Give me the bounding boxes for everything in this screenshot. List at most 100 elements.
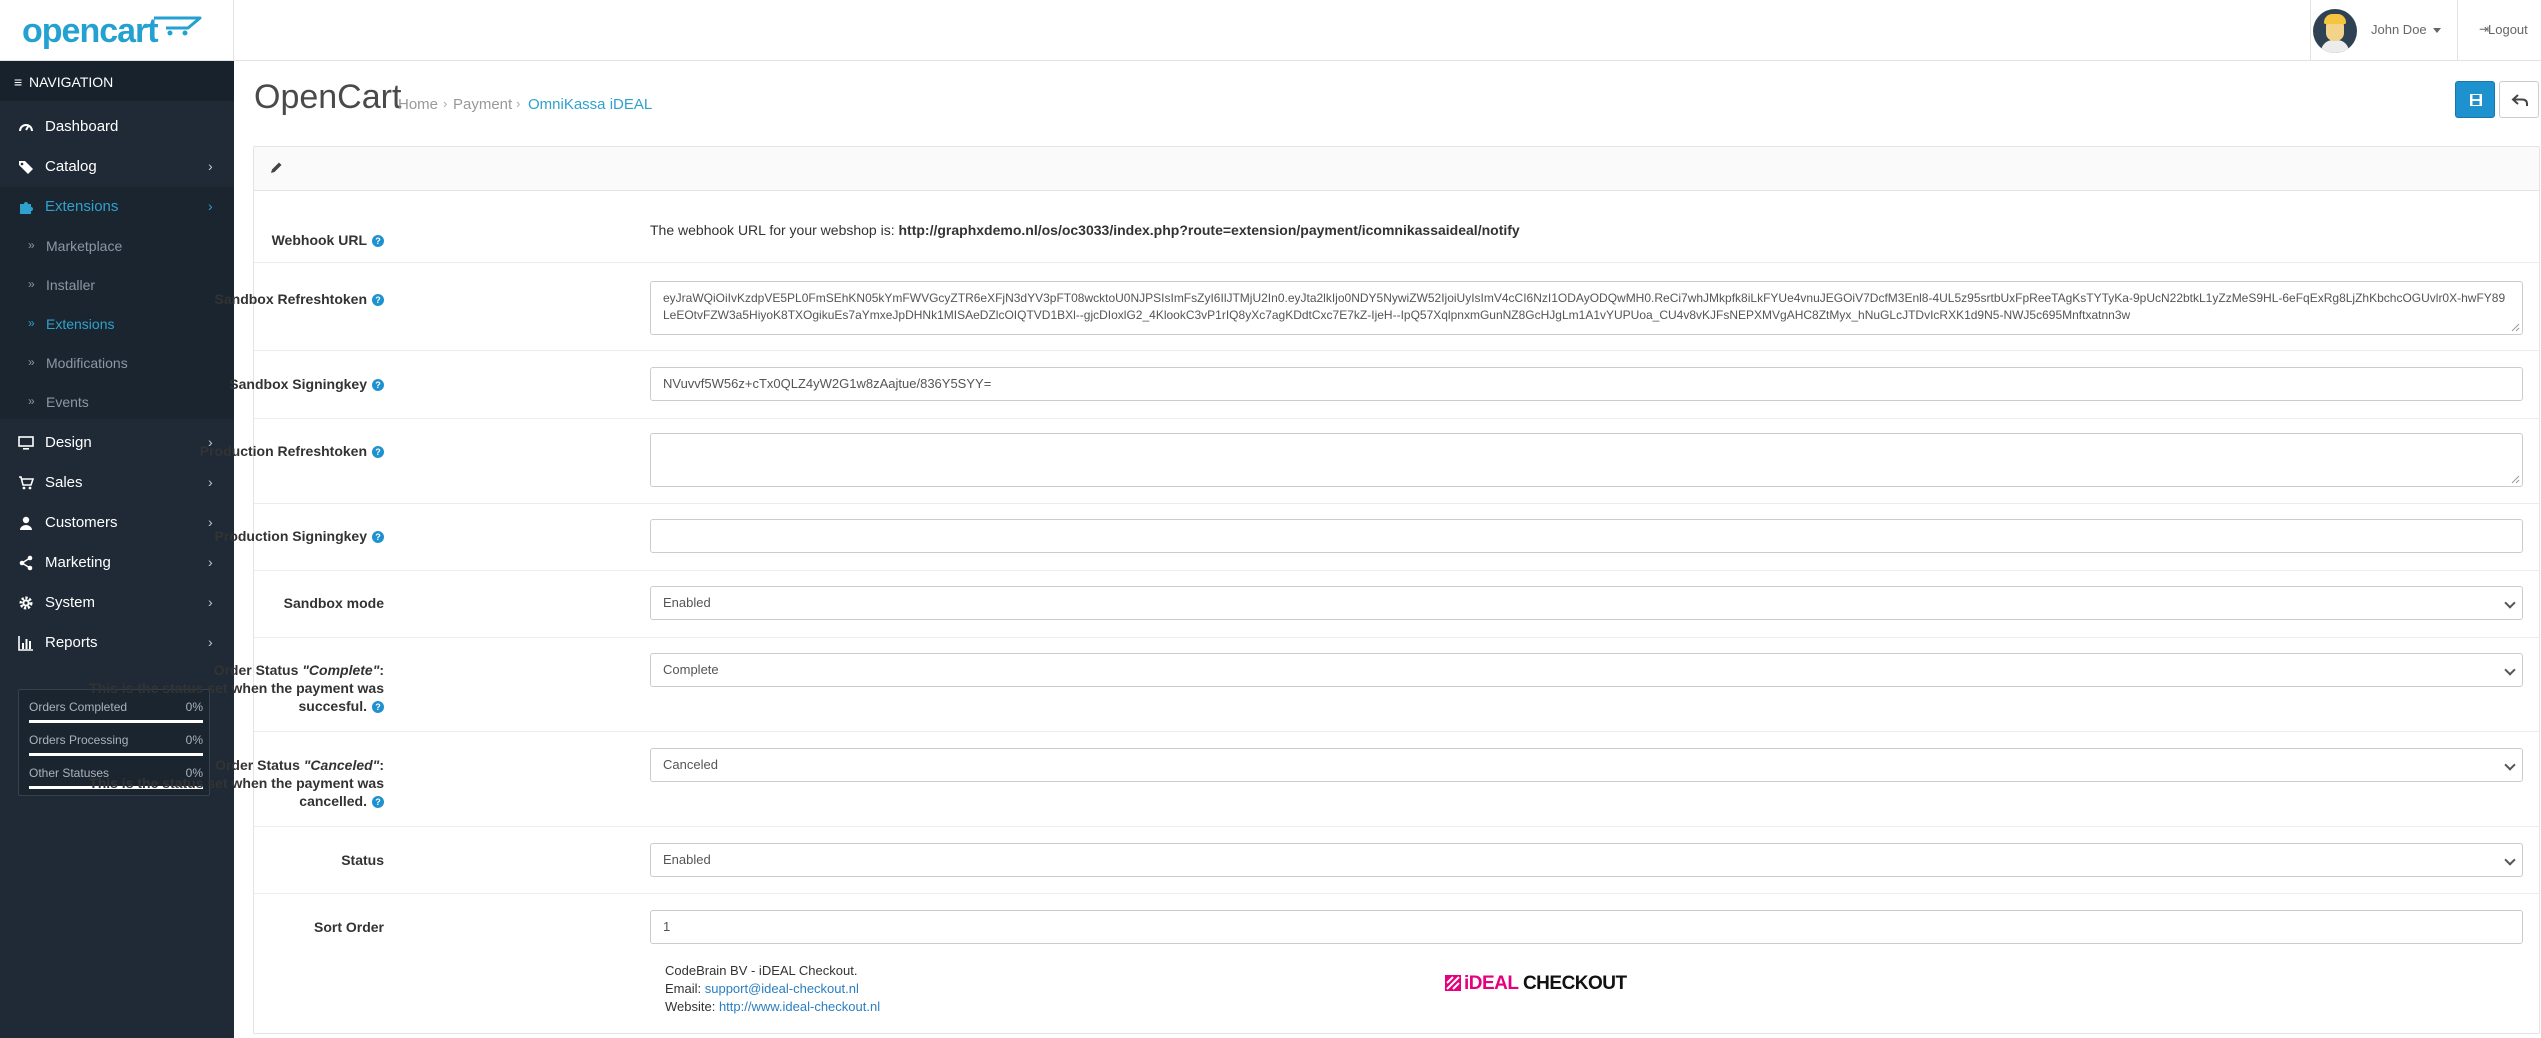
row-divider: [254, 503, 2539, 504]
save-icon: [2470, 94, 2482, 106]
chevron-right-icon: ›: [208, 554, 213, 570]
double-chevron-icon: »: [28, 277, 35, 291]
chevron-down-icon: [2504, 854, 2516, 866]
submenu-item-extensions[interactable]: » Extensions: [0, 305, 234, 344]
chevron-right-icon: ›: [208, 594, 213, 610]
production-refreshtoken-textarea[interactable]: [650, 433, 2523, 487]
status-select[interactable]: Enabled: [650, 843, 2523, 877]
resize-handle-icon[interactable]: [2510, 322, 2520, 332]
save-button[interactable]: [2455, 81, 2495, 118]
help-icon[interactable]: ?: [372, 379, 384, 391]
nav-header[interactable]: ≡ NAVIGATION: [0, 61, 234, 101]
sort-order-label: Sort Order: [313, 919, 384, 935]
row-divider: [254, 570, 2539, 571]
top-header: opencart: [0, 0, 2541, 61]
help-icon[interactable]: ?: [372, 446, 384, 458]
extensions-submenu: » Marketplace » Installer » Extensions »…: [0, 223, 234, 419]
submenu-item-modifications[interactable]: » Modifications: [0, 344, 234, 383]
sidebar: ≡ NAVIGATION Dashboard Catalog › Extensio…: [0, 61, 234, 1038]
production-refreshtoken-label: Production Refreshtoken?: [200, 442, 384, 460]
panel-heading: [254, 147, 2539, 191]
cart-icon: [19, 476, 34, 490]
breadcrumb-home[interactable]: Home: [398, 96, 438, 113]
stat-orders-processing: Orders Processing 0%: [29, 733, 203, 756]
submenu-item-marketplace[interactable]: » Marketplace: [0, 227, 234, 266]
page-title: OpenCart: [254, 78, 402, 116]
vendor-info: CodeBrain BV - iDEAL Checkout. Email: su…: [665, 963, 881, 1014]
logo[interactable]: opencart: [0, 0, 234, 61]
double-chevron-icon: »: [28, 238, 35, 252]
sidebar-item-sales[interactable]: Sales ›: [0, 463, 234, 503]
sidebar-item-customers[interactable]: Customers ›: [0, 503, 234, 543]
help-icon[interactable]: ?: [372, 796, 384, 808]
tags-icon: [19, 161, 33, 174]
cart-logo-icon: [154, 16, 202, 36]
chevron-right-icon: ›: [208, 514, 213, 530]
sandbox-mode-label: Sandbox mode: [283, 595, 384, 611]
reply-icon: [2511, 94, 2528, 106]
order-status-canceled-select[interactable]: Canceled: [650, 748, 2523, 782]
user-name[interactable]: John Doe: [2371, 22, 2427, 37]
row-divider: [254, 893, 2539, 894]
ideal-mark-icon: [1445, 975, 1461, 991]
resize-handle-icon[interactable]: [2510, 474, 2520, 484]
avatar[interactable]: [2313, 9, 2357, 53]
submenu-item-events[interactable]: » Events: [0, 383, 234, 422]
ideal-checkout-logo: iDEAL CHECKOUT: [1445, 973, 1627, 995]
breadcrumb-separator: ›: [516, 96, 521, 111]
menu-bars-icon[interactable]: ≡: [14, 74, 24, 90]
back-button[interactable]: [2499, 81, 2539, 118]
chevron-right-icon: ›: [208, 474, 213, 490]
sidebar-item-dashboard[interactable]: Dashboard: [0, 107, 234, 147]
chevron-down-icon: [2504, 597, 2516, 609]
row-divider: [254, 262, 2539, 263]
webhook-text: The webhook URL for your webshop is: htt…: [650, 222, 1520, 238]
production-signingkey-input[interactable]: [650, 519, 2523, 553]
order-status-canceled-label: Order Status "Canceled": This is the sta…: [89, 757, 384, 809]
chevron-right-icon: ›: [208, 634, 213, 650]
sidebar-item-extensions[interactable]: Extensions ›: [0, 187, 234, 227]
sandbox-mode-select[interactable]: Enabled: [650, 586, 2523, 620]
row-divider: [254, 826, 2539, 827]
sidebar-item-system[interactable]: System ›: [0, 583, 234, 623]
sandbox-signingkey-label: Sandbox Signingkey?: [229, 375, 384, 393]
sort-order-input[interactable]: 1: [650, 910, 2523, 944]
sandbox-refreshtoken-label: Sandbox Refreshtoken?: [215, 290, 384, 308]
gear-icon: [19, 596, 33, 610]
help-icon[interactable]: ?: [372, 531, 384, 543]
email-link[interactable]: support@ideal-checkout.nl: [705, 981, 859, 996]
share-icon: [19, 555, 33, 571]
breadcrumb-separator: ›: [443, 96, 448, 111]
order-status-complete-label: Order Status "Complete": This is the sta…: [89, 662, 384, 714]
sidebar-item-catalog[interactable]: Catalog ›: [0, 147, 234, 187]
status-label: Status: [341, 852, 384, 868]
sidebar-item-marketing[interactable]: Marketing ›: [0, 543, 234, 583]
row-divider: [254, 731, 2539, 732]
order-status-complete-select[interactable]: Complete: [650, 653, 2523, 687]
bar-chart-icon: [18, 636, 33, 651]
submenu-item-installer[interactable]: » Installer: [0, 266, 234, 305]
sidebar-item-reports[interactable]: Reports ›: [0, 623, 234, 663]
breadcrumb-current[interactable]: OmniKassa iDEAL: [528, 96, 652, 113]
help-icon[interactable]: ?: [372, 701, 384, 713]
double-chevron-icon: »: [28, 316, 35, 330]
puzzle-icon: [20, 202, 33, 214]
row-divider: [254, 418, 2539, 419]
chevron-right-icon: ›: [208, 198, 213, 214]
monitor-icon: [18, 436, 34, 450]
chevron-right-icon: ›: [208, 158, 213, 174]
caret-down-icon[interactable]: [2433, 28, 2441, 33]
sandbox-refreshtoken-textarea[interactable]: eyJraWQiOiIvKzdpVE5PL0FmSEhKN05kYmFWVGcy…: [650, 281, 2523, 335]
chevron-down-icon: [2504, 664, 2516, 676]
row-divider: [254, 637, 2539, 638]
website-link[interactable]: http://www.ideal-checkout.nl: [719, 999, 880, 1014]
help-icon[interactable]: ?: [372, 235, 384, 247]
double-chevron-icon: »: [28, 355, 35, 369]
logo-text: opencart: [22, 12, 159, 50]
sandbox-signingkey-input[interactable]: NVuvvf5W56z+cTx0QLZ4yW2G1w8zAajtue/836Y5…: [650, 367, 2523, 401]
help-icon[interactable]: ?: [372, 294, 384, 306]
progress-bar: [29, 720, 203, 723]
chevron-down-icon: [2504, 759, 2516, 771]
breadcrumb-payment[interactable]: Payment: [453, 96, 512, 113]
logout-label[interactable]: Logout: [2488, 22, 2528, 37]
